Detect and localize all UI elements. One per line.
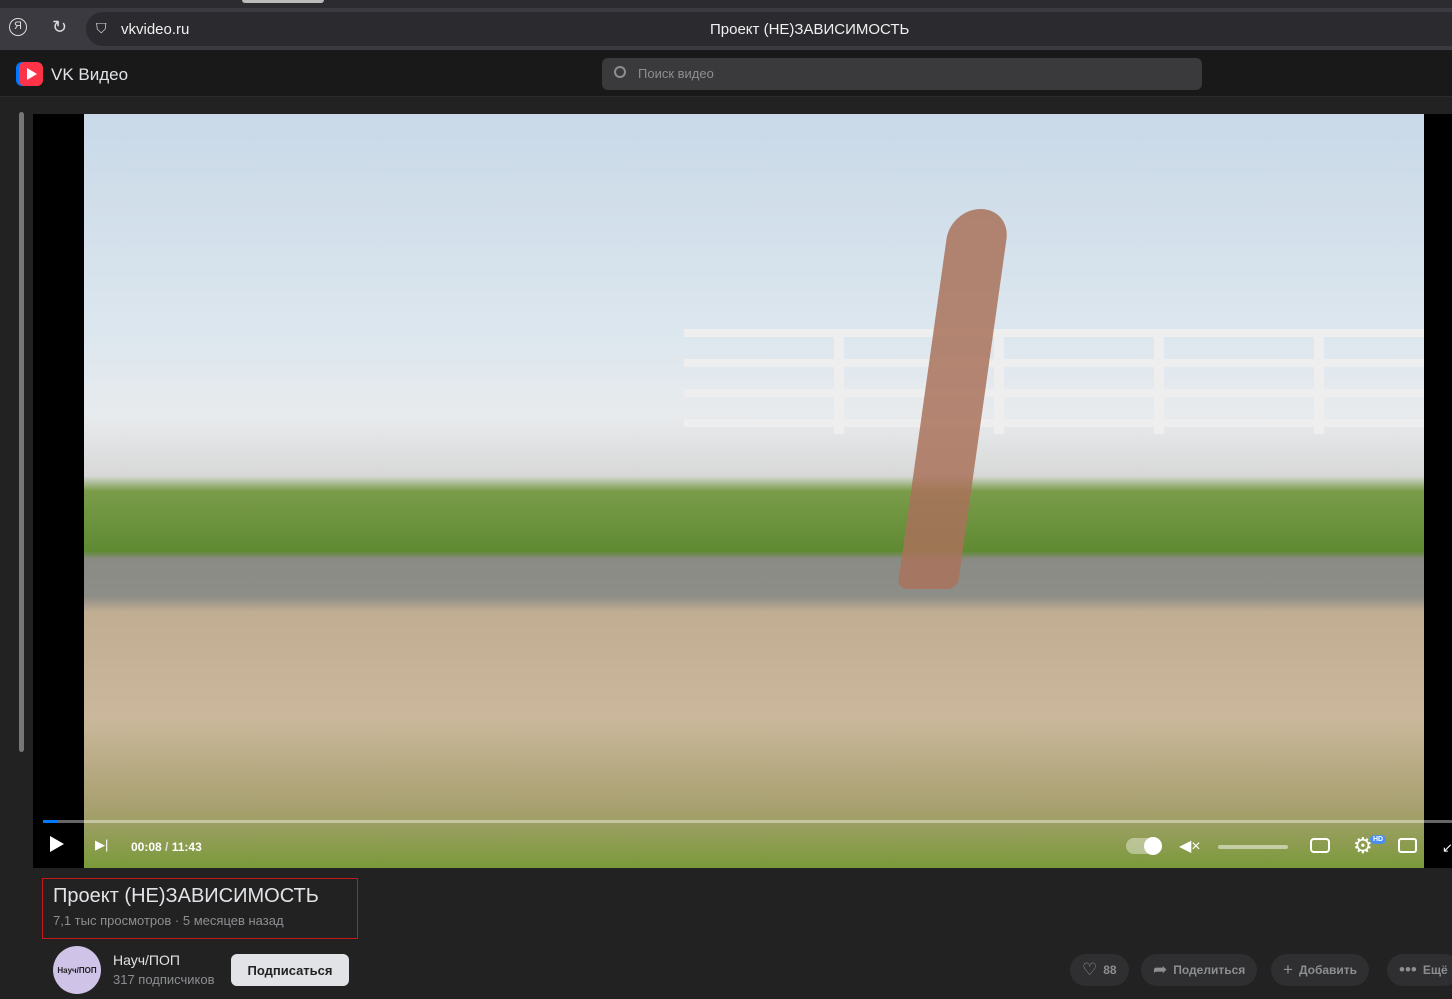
address-bar: Я ↻ ⛉ vkvideo.ru Проект (НЕ)ЗАВИСИМОСТЬ: [0, 8, 1452, 50]
url-field[interactable]: ⛉ vkvideo.ru Проект (НЕ)ЗАВИСИМОСТЬ: [86, 12, 1452, 46]
video-frame[interactable]: [84, 114, 1424, 868]
miniplayer-icon[interactable]: [1398, 838, 1417, 853]
hd-badge: HD: [1370, 835, 1387, 844]
video-title: Проект (НЕ)ЗАВИСИМОСТЬ: [53, 885, 319, 907]
like-button[interactable]: ♡ 88: [1070, 954, 1129, 986]
time-display: 00:08 / 11:43: [131, 840, 202, 854]
share-button[interactable]: ➦ Поделиться: [1141, 954, 1258, 986]
search-icon: [614, 66, 626, 78]
mute-icon[interactable]: ◀×: [1179, 836, 1201, 856]
duration: 11:43: [171, 840, 202, 854]
like-count: 88: [1103, 963, 1117, 977]
separator: ·: [174, 913, 180, 928]
channel-avatar[interactable]: Науч/ПОП: [53, 946, 101, 994]
fence: [684, 329, 1424, 434]
progress-fill: [43, 820, 59, 823]
heart-icon: ♡: [1082, 960, 1098, 979]
next-icon[interactable]: ▶|: [95, 837, 108, 853]
share-icon: ➦: [1153, 960, 1168, 979]
active-tab[interactable]: [242, 0, 324, 3]
video-player[interactable]: ▶| 00:08 / 11:43 ◀× ⚙ HD ↙: [33, 114, 1452, 868]
yandex-icon[interactable]: Я: [9, 18, 27, 36]
view-count: 7,1 тыс просмотров: [53, 913, 172, 928]
video-info: Проект (НЕ)ЗАВИСИМОСТЬ 7,1 тыс просмотро…: [42, 878, 358, 939]
volume-slider[interactable]: [1218, 845, 1288, 849]
progress-bar[interactable]: [43, 820, 1452, 823]
subscriber-count: 317 подписчиков: [113, 972, 215, 987]
autoplay-toggle[interactable]: [1126, 837, 1162, 855]
tab-strip: [0, 0, 1452, 8]
brand-name[interactable]: VK Видео: [51, 65, 128, 85]
plus-icon: +: [1283, 960, 1293, 979]
reload-icon[interactable]: ↻: [52, 17, 67, 38]
search-input[interactable]: Поиск видео: [602, 58, 1202, 90]
url-text[interactable]: vkvideo.ru: [121, 21, 189, 38]
add-button[interactable]: + Добавить: [1271, 954, 1370, 986]
vk-video-logo-icon[interactable]: [19, 62, 43, 86]
channel-name[interactable]: Науч/ПОП: [113, 952, 180, 968]
add-label: Добавить: [1298, 963, 1358, 977]
more-button[interactable]: ••• Ещё: [1387, 954, 1452, 986]
more-dots-icon: •••: [1399, 960, 1417, 979]
shield-icon[interactable]: ⛉: [96, 20, 107, 37]
site-header: VK Видео Поиск видео: [0, 50, 1452, 97]
subscribe-button[interactable]: Подписаться: [231, 954, 349, 986]
page-title: Проект (НЕ)ЗАВИСИМОСТЬ: [710, 21, 910, 38]
current-time: 00:08: [131, 840, 162, 854]
play-icon[interactable]: [50, 836, 64, 852]
search-placeholder: Поиск видео: [638, 66, 714, 81]
share-label: Поделиться: [1173, 963, 1246, 977]
more-label: Ещё: [1422, 963, 1448, 977]
subtitles-icon[interactable]: [1310, 838, 1330, 853]
publish-date: 5 месяцев назад: [182, 913, 284, 928]
video-meta: 7,1 тыс просмотров · 5 месяцев назад: [53, 913, 284, 928]
scrollbar[interactable]: [19, 112, 24, 752]
fullscreen-icon[interactable]: ↙: [1442, 840, 1452, 856]
